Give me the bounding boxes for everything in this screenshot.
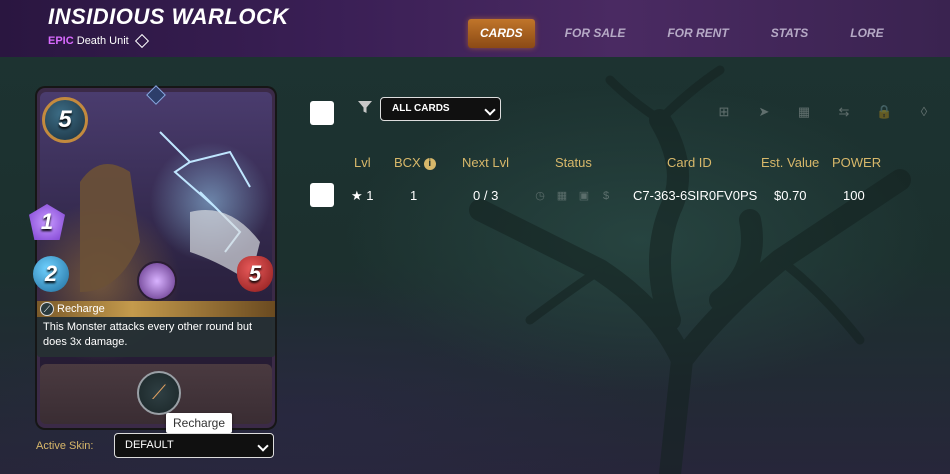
add-icon[interactable]: ⊞ bbox=[716, 104, 732, 120]
card-filter-value: ALL CARDS bbox=[392, 103, 450, 114]
ability-panel: ⟋ Recharge This Monster attacks every ot… bbox=[37, 301, 275, 357]
active-skin-value: DEFAULT bbox=[125, 439, 174, 451]
monster-card: 5 1 2 5 ⟋ Recharge This Monster attacks … bbox=[29, 85, 275, 428]
tab-stats[interactable]: STATS bbox=[759, 19, 821, 48]
row-status-icons: ◷ ▦ ▣ $ bbox=[534, 190, 622, 202]
ability-tooltip: Recharge bbox=[166, 413, 233, 433]
dollar-icon: $ bbox=[602, 190, 610, 202]
burn-icon[interactable]: ◊ bbox=[916, 104, 932, 120]
ability-description: This Monster attacks every other round b… bbox=[43, 321, 253, 348]
row-power: 100 bbox=[843, 188, 865, 203]
row-bcx: 1 bbox=[410, 188, 418, 203]
clock-icon: ◷ bbox=[535, 190, 545, 202]
header-next-lvl: Next Lvl bbox=[462, 155, 509, 170]
lock-icon[interactable]: 🔒 bbox=[876, 104, 892, 120]
lock-icon: ▣ bbox=[578, 190, 590, 202]
active-skin-label: Active Skin: bbox=[36, 440, 94, 452]
chevron-down-icon bbox=[257, 440, 269, 452]
info-icon[interactable]: i bbox=[423, 157, 436, 170]
speed-stat: 2 bbox=[33, 256, 69, 292]
header-bcx: BCX i bbox=[394, 155, 436, 170]
death-element-icon bbox=[137, 261, 177, 301]
mana-cost: 5 bbox=[42, 97, 88, 143]
row-next-lvl: 0 / 3 bbox=[473, 188, 499, 203]
filter-icon[interactable] bbox=[358, 100, 372, 114]
health-stat: 5 bbox=[237, 256, 273, 292]
card-actions-toolbar: ⊞ ➤ ▦ ⇆ 🔒 ◊ bbox=[716, 104, 950, 120]
card-ability-slot: ⟋ bbox=[40, 364, 272, 424]
card-subtitle: EPIC Death Unit bbox=[48, 34, 149, 49]
edition-icon bbox=[134, 34, 149, 49]
rarity-label: EPIC bbox=[48, 35, 74, 47]
card-title: INSIDIOUS WARLOCK bbox=[48, 4, 289, 29]
market-icon: ▦ bbox=[556, 190, 568, 202]
header-card-id: Card ID bbox=[667, 155, 712, 170]
ability-header: ⟋ Recharge bbox=[37, 301, 275, 317]
row-card-id[interactable]: C7-363-6SIR0FV0PS bbox=[633, 188, 757, 203]
row-est-value: $0.70 bbox=[774, 188, 807, 203]
header-status: Status bbox=[555, 155, 592, 170]
market-icon[interactable]: ▦ bbox=[796, 104, 812, 120]
tab-lore[interactable]: LORE bbox=[838, 19, 895, 48]
row-checkbox[interactable] bbox=[310, 183, 334, 207]
header-bcx-label: BCX bbox=[394, 155, 421, 170]
tab-for-sale[interactable]: FOR SALE bbox=[553, 19, 638, 48]
header-est-value: Est. Value bbox=[761, 155, 820, 170]
card-filter-select[interactable]: ALL CARDS bbox=[380, 97, 501, 121]
header-bar: INSIDIOUS WARLOCK EPIC Death Unit CARDS … bbox=[0, 0, 950, 57]
header-lvl: Lvl bbox=[354, 155, 371, 170]
header-power: POWER bbox=[832, 155, 882, 170]
tab-for-rent[interactable]: FOR RENT bbox=[655, 19, 740, 48]
ability-name: Recharge bbox=[57, 303, 105, 315]
recharge-ability-icon[interactable]: ⟋ bbox=[137, 371, 181, 415]
row-lvl: ★ 1 bbox=[351, 188, 374, 203]
send-icon[interactable]: ➤ bbox=[756, 104, 772, 120]
select-all-checkbox[interactable] bbox=[310, 101, 334, 125]
unit-type-label: Death Unit bbox=[76, 35, 129, 47]
recharge-icon: ⟋ bbox=[40, 302, 54, 316]
tab-bar: CARDS FOR SALE FOR RENT STATS LORE bbox=[468, 19, 914, 48]
active-skin-select[interactable]: DEFAULT bbox=[114, 433, 274, 458]
chevron-down-icon bbox=[484, 104, 496, 116]
transfer-icon[interactable]: ⇆ bbox=[836, 104, 852, 120]
tab-cards[interactable]: CARDS bbox=[468, 19, 535, 48]
tree-silhouette bbox=[469, 65, 911, 474]
